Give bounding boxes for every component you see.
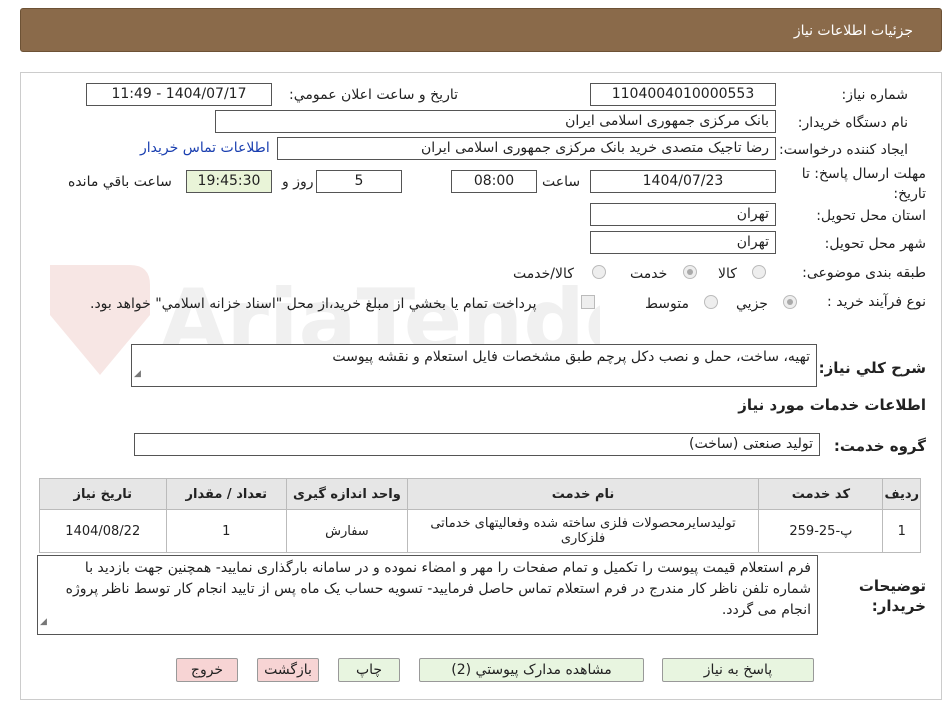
buyer-notes-label-line1: توضيحات (858, 577, 926, 595)
category-radio-goods[interactable] (752, 265, 766, 279)
need-number-label: شماره نیاز: (841, 87, 909, 103)
row-index-cell: 1 (882, 509, 921, 553)
category-option-service: خدمت (630, 266, 668, 282)
city-field: تهران (590, 231, 776, 254)
deadline-label: مهلت ارسال پاسخ: تا تاريخ: (801, 166, 926, 202)
view-attachments-button[interactable]: مشاهده مدارک پيوستي (2) (419, 658, 644, 682)
deadline-time-label: ساعت (542, 174, 581, 190)
need-date-cell: 1404/08/22 (39, 509, 167, 553)
process-radio-medium[interactable] (704, 295, 718, 309)
services-table: رديف کد خدمت نام خدمت واحد اندازه گيری ت… (39, 478, 921, 553)
creator-label: ايجاد کننده درخواست: (779, 142, 908, 158)
table-header-row: رديف کد خدمت نام خدمت واحد اندازه گيری ت… (39, 478, 921, 510)
treasury-note: پرداخت تمام يا بخشي از مبلغ خريد،از محل … (90, 296, 537, 312)
need-number-field: 1104004010000553 (590, 83, 776, 106)
province-label: استان محل تحويل: (816, 208, 926, 224)
service-code-cell: پ-25-259 (758, 509, 884, 553)
column-header: تاريخ نياز (39, 478, 167, 510)
summary-textarea[interactable]: تهیه، ساخت، حمل و نصب دکل پرچم طبق مشخصا… (131, 344, 817, 387)
summary-text: تهیه، ساخت، حمل و نصب دکل پرچم طبق مشخصا… (332, 349, 810, 365)
buyer-org-field: بانک مرکزی جمهوری اسلامی ایران (215, 110, 776, 133)
service-group-field: تولید صنعتی (ساخت) (134, 433, 820, 456)
announce-datetime-field: 1404/07/17 - 11:49 (86, 83, 272, 106)
days-field: 5 (316, 170, 402, 193)
city-label: شهر محل تحويل: (824, 236, 926, 252)
process-option-medium: متوسط (645, 296, 689, 312)
buyer-notes-label-line2: خريدار: (871, 597, 926, 615)
deadline-date-field: 1404/07/23 (590, 170, 776, 193)
column-header: کد خدمت (758, 478, 884, 510)
column-header: نام خدمت (406, 478, 760, 510)
resize-grip-icon: ◢ (40, 617, 47, 627)
summary-label: شرح كلي نياز: (818, 359, 926, 377)
category-radio-goods-service[interactable] (592, 265, 606, 279)
service-group-label: گروه خدمت: (833, 437, 926, 455)
province-field: تهران (590, 203, 776, 226)
creator-field: رضا تاجیک متصدی خرید بانک مرکزی جمهوری ا… (277, 137, 776, 160)
reply-button[interactable]: پاسخ به نياز (662, 658, 814, 682)
back-button[interactable]: بازگشت (257, 658, 319, 682)
remaining-label: ساعت باقي مانده (68, 174, 172, 190)
exit-button[interactable]: خروج (176, 658, 238, 682)
treasury-checkbox[interactable] (581, 295, 595, 309)
quantity-cell: 1 (165, 509, 288, 553)
category-option-goods: کالا (718, 266, 737, 282)
process-option-minor: جزيي (736, 296, 768, 312)
services-title: اطلاعات خدمات مورد نياز (738, 396, 926, 414)
service-name-cell: تولیدسایرمحصولات فلزی ساخته شده وفعالیته… (406, 509, 760, 553)
column-header: واحد اندازه گيری (286, 478, 408, 510)
buyer-notes-textarea[interactable]: فرم استعلام قیمت پیوست را تکمیل و تمام ص… (37, 555, 818, 635)
remaining-time-field: 19:45:30 (186, 170, 272, 193)
deadline-time-field: 08:00 (451, 170, 537, 193)
announce-label: تاريخ و ساعت اعلان عمومي: (289, 87, 458, 103)
category-radio-service[interactable] (683, 265, 697, 279)
column-header: رديف (882, 478, 921, 510)
buyer-org-label: نام دستگاه خريدار: (797, 115, 908, 131)
process-label: نوع فرآيند خريد : (827, 294, 926, 310)
days-label: روز و (282, 174, 314, 190)
buyer-notes-text: فرم استعلام قیمت پیوست را تکمیل و تمام ص… (65, 560, 811, 618)
table-row: 1 پ-25-259 تولیدسایرمحصولات فلزی ساخته ش… (39, 509, 921, 553)
column-header: تعداد / مقدار (165, 478, 288, 510)
print-button[interactable]: چاپ (338, 658, 400, 682)
resize-grip-icon: ◢ (134, 369, 141, 379)
page-header: جزئیات اطلاعات نیاز (20, 8, 942, 52)
category-option-goods-service: کالا/خدمت (513, 266, 574, 282)
page-title: جزئیات اطلاعات نیاز (793, 23, 913, 39)
buyer-contact-link[interactable]: اطلاعات تماس خريدار (140, 140, 270, 156)
unit-cell: سفارش (286, 509, 408, 553)
process-radio-minor[interactable] (783, 295, 797, 309)
category-label: طبقه بندی موضوعی: (802, 265, 926, 281)
